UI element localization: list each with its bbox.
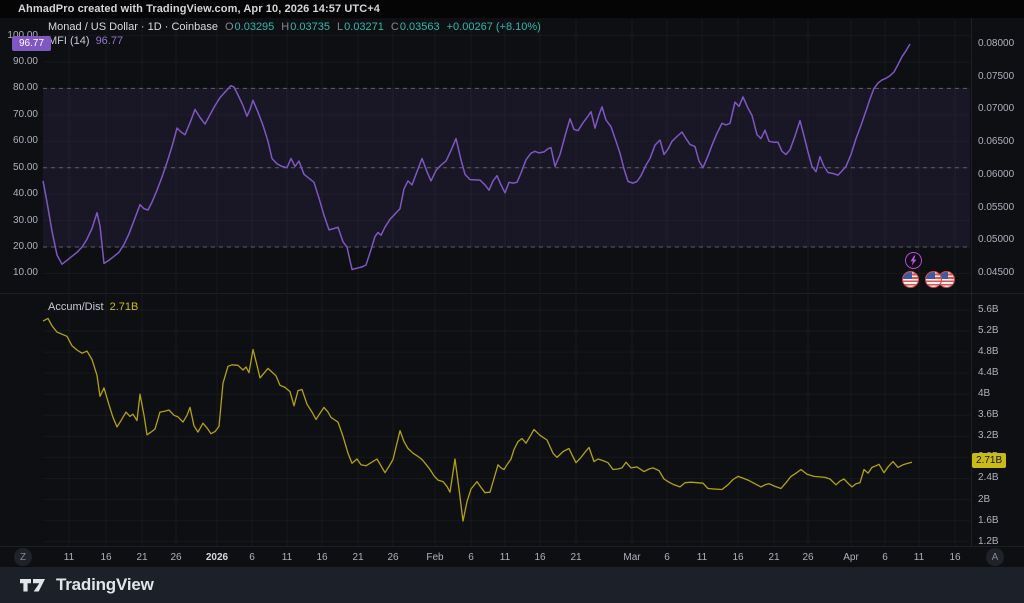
mfi-axis-tick: 20.00 <box>0 241 38 252</box>
time-axis-tick: 11 <box>500 552 510 563</box>
mfi-axis-tick: 60.00 <box>0 135 38 146</box>
time-axis-tick: 6 <box>664 552 670 563</box>
accum-axis-tick: 1.2B <box>978 536 999 547</box>
accum-dist-value: 2.71B <box>110 301 139 313</box>
time-axis-tick: 6 <box>249 552 255 563</box>
time-axis-tick: 26 <box>802 552 813 563</box>
accum-axis-tick: 4B <box>978 388 990 399</box>
price-axis-tick: 0.05500 <box>978 202 1014 213</box>
mfi-price-badge: 96.77 <box>12 36 51 51</box>
footer-bar: TradingView <box>0 567 1024 603</box>
accum-axis-tick: 5.2B <box>978 325 999 336</box>
attribution-text: AhmadPro created with TradingView.com, A… <box>18 3 380 15</box>
mfi-axis-tick: 70.00 <box>0 109 38 120</box>
timezone-button[interactable]: Z <box>14 548 32 566</box>
time-axis-tick: 16 <box>316 552 327 563</box>
mfi-legend[interactable]: MFI (14) 96.77 <box>48 35 123 47</box>
price-axis-tick: 0.07000 <box>978 103 1014 114</box>
open-value: 0.03295 <box>235 21 275 33</box>
low-label: L <box>337 21 343 33</box>
accum-axis-tick: 3.2B <box>978 430 999 441</box>
mfi-axis-tick: 50.00 <box>0 162 38 173</box>
time-axis-tick: 21 <box>768 552 779 563</box>
time-axis-tick: 11 <box>697 552 707 563</box>
bolt-glyph <box>908 255 919 266</box>
high-value: 0.03735 <box>290 21 330 33</box>
time-axis-tick: 21 <box>136 552 147 563</box>
mfi-axis-tick: 40.00 <box>0 188 38 199</box>
tradingview-snapshot: AhmadPro created with TradingView.com, A… <box>0 0 1024 603</box>
time-axis-tick: Feb <box>426 552 443 563</box>
time-axis-tick: 11 <box>282 552 292 563</box>
attribution-bar: AhmadPro created with TradingView.com, A… <box>18 0 380 18</box>
accum-dist-legend[interactable]: Accum/Dist 2.71B <box>48 301 138 313</box>
accum-axis-tick: 1.6B <box>978 515 999 526</box>
time-axis-tick: 16 <box>949 552 960 563</box>
accum-axis-tick: 3.6B <box>978 409 999 420</box>
high-label: H <box>281 21 289 33</box>
time-axis-tick: 2026 <box>206 552 228 563</box>
time-axis-tick: 26 <box>387 552 398 563</box>
symbol-legend[interactable]: Monad / US Dollar · 1D · Coinbase O0.032… <box>48 21 541 33</box>
change-value: +0.00267 (+8.10%) <box>447 21 541 33</box>
ohlc-values: O0.03295 H0.03735 L0.03271 C0.03563 +0.0… <box>225 21 541 33</box>
price-axis-tick: 0.04500 <box>978 267 1014 278</box>
time-axis-separator <box>0 546 1024 547</box>
mfi-axis-tick: 10.00 <box>0 267 38 278</box>
mfi-axis-tick: 90.00 <box>0 56 38 67</box>
time-axis-tick: 11 <box>914 552 924 563</box>
price-axis-tick: 0.08000 <box>978 38 1014 49</box>
auto-scale-button[interactable]: A <box>986 548 1004 566</box>
close-label: C <box>391 21 399 33</box>
us-flag-icon[interactable] <box>902 271 919 288</box>
price-axis-tick: 0.07500 <box>978 71 1014 82</box>
symbol-title: Monad / US Dollar · 1D · Coinbase <box>48 21 218 33</box>
tradingview-wordmark[interactable]: TradingView <box>56 575 154 595</box>
time-axis-tick: Apr <box>843 552 859 563</box>
price-axis-tick: 0.06000 <box>978 169 1014 180</box>
tradingview-logo-icon[interactable] <box>19 576 46 594</box>
mfi-axis-tick: 80.00 <box>0 82 38 93</box>
time-axis-tick: 26 <box>170 552 181 563</box>
time-axis-tick: 11 <box>64 552 74 563</box>
time-axis-tick: 21 <box>570 552 581 563</box>
us-flag-icon[interactable] <box>925 271 942 288</box>
time-axis-tick: Mar <box>623 552 640 563</box>
price-axis-tick: 0.05000 <box>978 234 1014 245</box>
low-value: 0.03271 <box>344 21 384 33</box>
mfi-label: MFI (14) <box>48 35 90 47</box>
open-label: O <box>225 21 234 33</box>
accum-axis-tick: 2.4B <box>978 472 999 483</box>
accum-axis-tick: 4.4B <box>978 367 999 378</box>
mfi-axis-tick: 30.00 <box>0 215 38 226</box>
time-axis-tick: 6 <box>468 552 474 563</box>
time-axis-tick: 16 <box>732 552 743 563</box>
accum-axis-tick: 2B <box>978 494 990 505</box>
realtime-bolt-icon[interactable] <box>905 252 922 269</box>
time-axis-tick: 16 <box>100 552 111 563</box>
mfi-value: 96.77 <box>96 35 124 47</box>
accum-axis-tick: 4.8B <box>978 346 999 357</box>
price-axis-tick: 0.06500 <box>978 136 1014 147</box>
time-axis-tick: 16 <box>534 552 545 563</box>
time-axis-tick: 21 <box>352 552 363 563</box>
close-value: 0.03563 <box>400 21 440 33</box>
accum-dist-label: Accum/Dist <box>48 301 104 313</box>
accum-dist-price-badge: 2.71B <box>972 453 1006 468</box>
time-axis-tick: 6 <box>882 552 888 563</box>
pane-separator[interactable] <box>0 293 1024 294</box>
accum-axis-tick: 5.6B <box>978 304 999 315</box>
